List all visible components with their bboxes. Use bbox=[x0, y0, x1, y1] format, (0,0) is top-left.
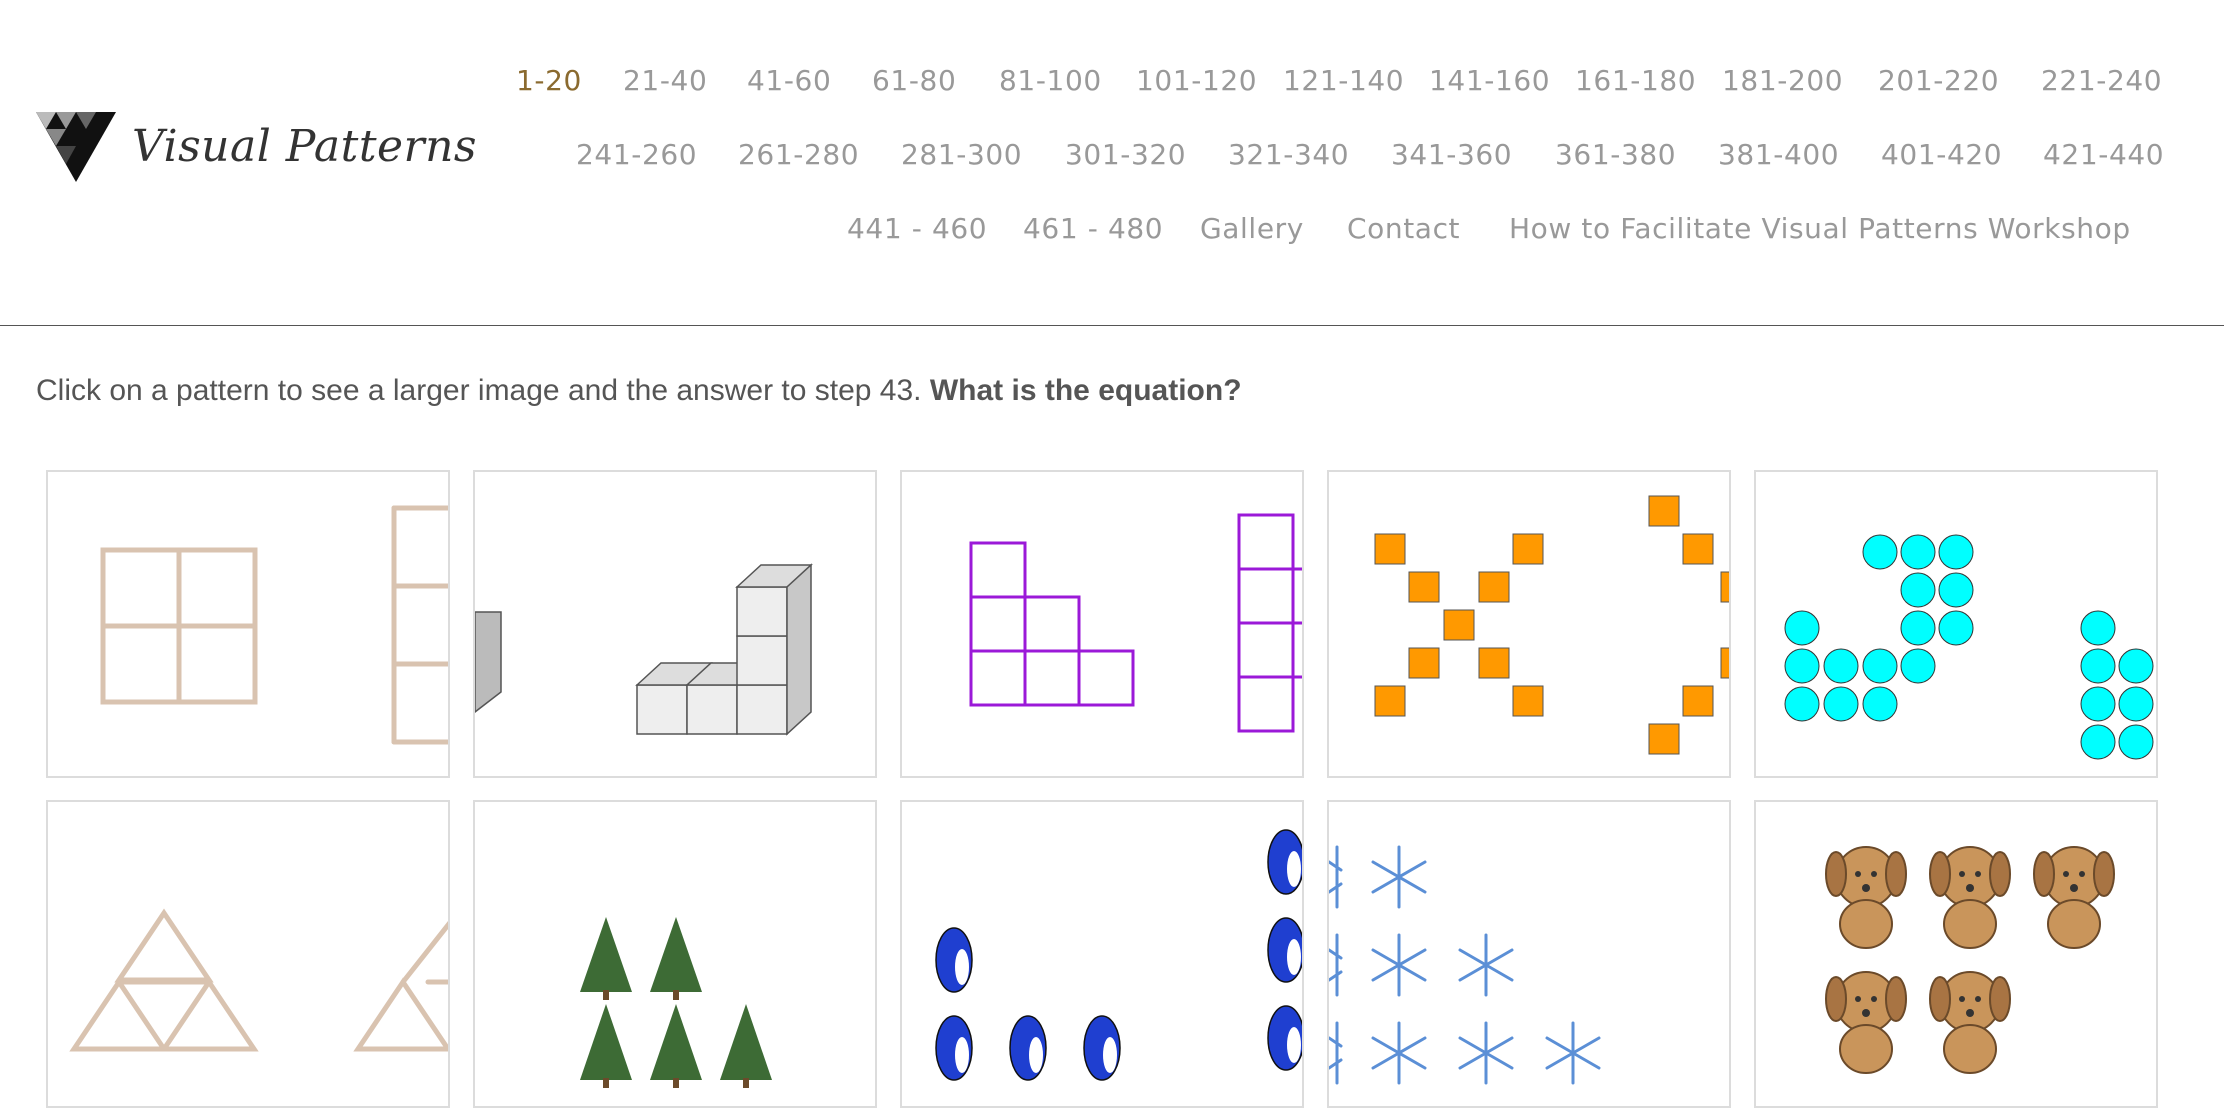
nav-link-101-120[interactable]: 101-120 bbox=[1136, 64, 1257, 97]
nav-link-141-160[interactable]: 141-160 bbox=[1429, 64, 1550, 97]
site-logo[interactable]: Visual Patterns bbox=[36, 112, 477, 182]
matchstick-grid-icon bbox=[100, 505, 448, 745]
pine-trees-icon bbox=[580, 917, 772, 1088]
nav-link-81-100[interactable]: 81-100 bbox=[999, 64, 1102, 97]
intro-instruction: Click on a pattern to see a larger image… bbox=[36, 374, 922, 407]
nav-link-201-220[interactable]: 201-220 bbox=[1878, 64, 1999, 97]
pattern-tile-3[interactable] bbox=[900, 470, 1304, 778]
nav-link-121-140[interactable]: 121-140 bbox=[1283, 64, 1404, 97]
intro-text: Click on a pattern to see a larger image… bbox=[36, 374, 1242, 408]
cube-stack-icon bbox=[475, 563, 813, 736]
penguins-icon bbox=[935, 829, 1302, 1081]
nav-link-contact[interactable]: Contact bbox=[1347, 212, 1460, 245]
nav-link-421-440[interactable]: 421-440 bbox=[2043, 138, 2164, 171]
nav-link-21-40[interactable]: 21-40 bbox=[623, 64, 707, 97]
pattern-tile-6[interactable] bbox=[46, 800, 450, 1108]
pattern-tile-9[interactable] bbox=[1327, 800, 1731, 1108]
pattern-tile-7[interactable] bbox=[473, 800, 877, 1108]
nav-link-321-340[interactable]: 321-340 bbox=[1228, 138, 1349, 171]
nav-link-341-360[interactable]: 341-360 bbox=[1391, 138, 1512, 171]
pattern-tile-8[interactable] bbox=[900, 800, 1304, 1108]
nav-link-61-80[interactable]: 61-80 bbox=[872, 64, 956, 97]
nav-link-261-280[interactable]: 261-280 bbox=[738, 138, 859, 171]
nav-link-461-480[interactable]: 461 - 480 bbox=[1023, 212, 1163, 245]
nav-link-workshop[interactable]: How to Facilitate Visual Patterns Worksh… bbox=[1509, 212, 2131, 245]
nav-link-441-460[interactable]: 441 - 460 bbox=[847, 212, 987, 245]
purple-squares-icon bbox=[969, 513, 1302, 733]
pattern-tile-1[interactable] bbox=[46, 470, 450, 778]
nav-link-301-320[interactable]: 301-320 bbox=[1065, 138, 1186, 171]
nav-link-gallery[interactable]: Gallery bbox=[1200, 212, 1304, 245]
nav-link-401-420[interactable]: 401-420 bbox=[1881, 138, 2002, 171]
nav-link-241-260[interactable]: 241-260 bbox=[576, 138, 697, 171]
snowflakes-icon bbox=[1329, 845, 1601, 1085]
pattern-tile-5[interactable] bbox=[1754, 470, 2158, 778]
pattern-tile-4[interactable] bbox=[1327, 470, 1731, 778]
logo-triangle-icon bbox=[36, 112, 116, 182]
logo-text: Visual Patterns bbox=[132, 121, 477, 172]
nav-link-41-60[interactable]: 41-60 bbox=[747, 64, 831, 97]
cyan-dots-icon bbox=[1784, 534, 2154, 760]
site-header: Visual Patterns 1-20 21-40 41-60 61-80 8… bbox=[0, 0, 2224, 326]
nav-link-381-400[interactable]: 381-400 bbox=[1718, 138, 1839, 171]
nav-link-161-180[interactable]: 161-180 bbox=[1575, 64, 1696, 97]
pattern-tile-10[interactable] bbox=[1754, 800, 2158, 1108]
nav-link-221-240[interactable]: 221-240 bbox=[2041, 64, 2162, 97]
nav-link-361-380[interactable]: 361-380 bbox=[1555, 138, 1676, 171]
matchstick-triangles-icon bbox=[69, 908, 448, 1052]
pattern-tile-2[interactable] bbox=[473, 470, 877, 778]
intro-question: What is the equation? bbox=[929, 374, 1242, 407]
orange-x-squares-icon bbox=[1374, 495, 1729, 755]
nav-link-181-200[interactable]: 181-200 bbox=[1722, 64, 1843, 97]
puppies-icon bbox=[1825, 846, 2115, 1074]
nav-link-1-20[interactable]: 1-20 bbox=[516, 64, 582, 97]
nav-link-281-300[interactable]: 281-300 bbox=[901, 138, 1022, 171]
